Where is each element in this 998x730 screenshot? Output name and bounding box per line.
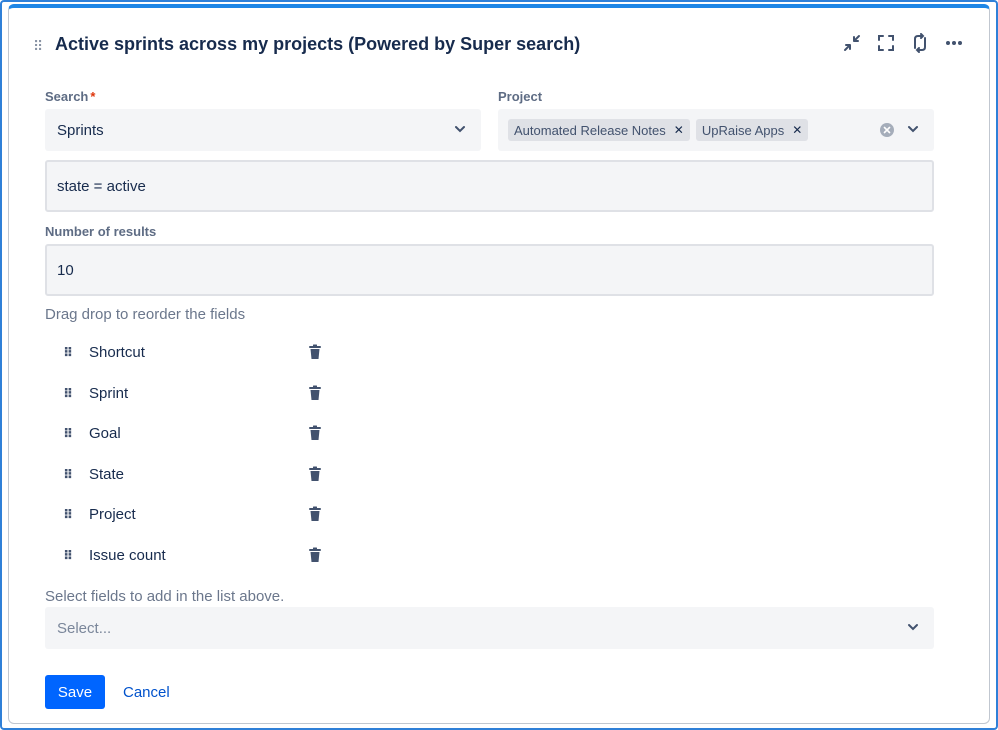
field-item[interactable]: ⠿ State: [63, 462, 323, 486]
field-item-label: State: [89, 465, 125, 483]
required-mark: *: [90, 89, 96, 104]
field-item[interactable]: ⠿ Issue count: [63, 543, 323, 567]
field-item-label: Shortcut: [89, 343, 145, 361]
field-item-label: Project: [89, 505, 136, 523]
more-icon[interactable]: [943, 32, 965, 54]
trash-icon[interactable]: [307, 506, 323, 522]
remove-tag-icon[interactable]: ✕: [792, 123, 802, 137]
query-input[interactable]: state = active: [45, 160, 934, 212]
project-label: Project: [498, 89, 543, 104]
add-fields-hint: Select fields to add in the list above.: [45, 588, 285, 605]
trash-icon[interactable]: [307, 385, 323, 401]
chevron-down-icon: [908, 126, 918, 133]
chevron-down-icon: [455, 126, 465, 133]
field-item-label: Sprint: [89, 384, 129, 402]
project-tag: UpRaise Apps ✕: [695, 119, 809, 141]
field-item[interactable]: ⠿ Sprint: [63, 381, 323, 405]
minimize-icon[interactable]: [841, 32, 863, 54]
project-tag-label: Automated Release Notes: [514, 122, 666, 138]
field-item[interactable]: ⠿ Shortcut: [63, 340, 323, 364]
project-select[interactable]: Automated Release Notes ✕ UpRaise Apps ✕: [498, 109, 934, 151]
grip-icon[interactable]: ⠿: [63, 387, 77, 400]
header-actions: [841, 32, 965, 54]
remove-tag-icon[interactable]: ✕: [674, 123, 684, 137]
gadget-title: Active sprints across my projects (Power…: [55, 34, 581, 54]
field-item[interactable]: ⠿ Goal: [63, 421, 323, 445]
gadget-panel: ⠿ Active sprints across my projects (Pow…: [8, 4, 990, 724]
grip-icon[interactable]: ⠿: [63, 549, 77, 562]
project-tag-label: UpRaise Apps: [701, 122, 785, 138]
grip-icon[interactable]: ⠿: [63, 468, 77, 481]
grip-icon[interactable]: ⠿: [63, 346, 77, 359]
add-field-placeholder: Select...: [57, 619, 112, 637]
field-item-label: Issue count: [89, 546, 166, 564]
chevron-down-icon: [908, 624, 918, 631]
project-tag: Automated Release Notes ✕: [508, 119, 690, 141]
save-button[interactable]: Save: [45, 675, 105, 709]
search-select[interactable]: Sprints: [45, 109, 481, 151]
field-item-label: Goal: [89, 424, 121, 442]
add-field-select[interactable]: Select...: [45, 607, 934, 649]
trash-icon[interactable]: [307, 547, 323, 563]
trash-icon[interactable]: [307, 425, 323, 441]
results-input[interactable]: 10: [45, 244, 934, 296]
drag-handle-icon[interactable]: ⠿: [33, 38, 43, 55]
fullscreen-icon[interactable]: [875, 32, 897, 54]
clear-icon[interactable]: [880, 123, 894, 137]
refresh-icon[interactable]: [909, 32, 931, 54]
search-label-text: Search: [45, 89, 89, 104]
trash-icon[interactable]: [307, 344, 323, 360]
trash-icon[interactable]: [307, 466, 323, 482]
gadget-header: ⠿ Active sprints across my projects (Pow…: [9, 8, 989, 80]
results-label: Number of results: [45, 224, 157, 239]
field-item[interactable]: ⠿ Project: [63, 502, 323, 526]
grip-icon[interactable]: ⠿: [63, 427, 77, 440]
search-select-value: Sprints: [57, 121, 104, 139]
grip-icon[interactable]: ⠿: [63, 508, 77, 521]
cancel-button[interactable]: Cancel: [117, 675, 176, 709]
reorder-hint: Drag drop to reorder the fields: [45, 306, 246, 323]
search-label: Search *: [45, 89, 95, 104]
